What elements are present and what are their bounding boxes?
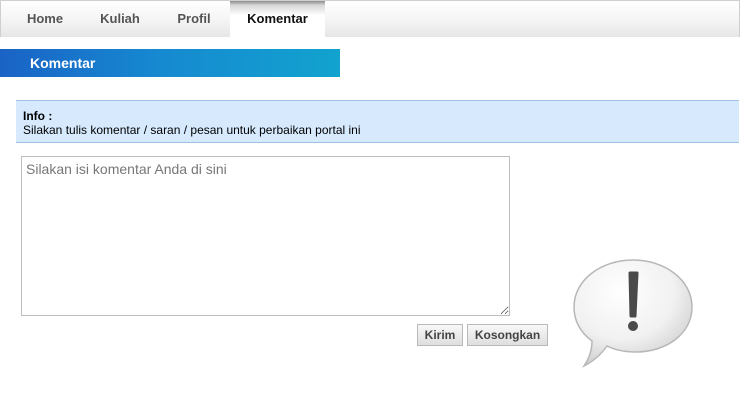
nav-item-kuliah[interactable]: Kuliah bbox=[87, 1, 153, 37]
info-text: Silakan tulis komentar / saran / pesan u… bbox=[23, 123, 361, 137]
submit-button[interactable]: Kirim bbox=[417, 324, 463, 346]
top-navigation: Home Kuliah Profil Komentar bbox=[0, 0, 740, 37]
info-box: Info : Silakan tulis komentar / saran / … bbox=[16, 100, 739, 143]
nav-item-profil[interactable]: Profil bbox=[163, 1, 225, 37]
exclamation-speech-bubble-icon bbox=[573, 259, 693, 368]
clear-button[interactable]: Kosongkan bbox=[467, 324, 548, 346]
page-title: Komentar bbox=[30, 55, 96, 71]
info-label: Info : bbox=[23, 109, 53, 123]
nav-item-home[interactable]: Home bbox=[15, 1, 75, 37]
comment-textarea[interactable] bbox=[21, 156, 510, 316]
section-header: Komentar bbox=[0, 49, 340, 77]
nav-item-komentar[interactable]: Komentar bbox=[230, 1, 325, 37]
